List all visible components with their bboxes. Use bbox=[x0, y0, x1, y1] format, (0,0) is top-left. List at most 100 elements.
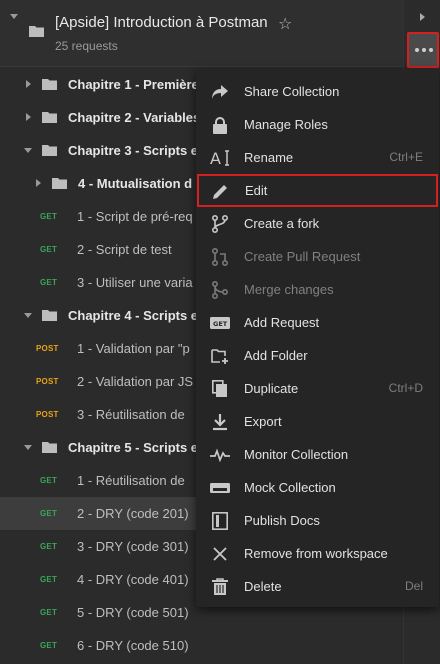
method-badge: GET bbox=[40, 509, 58, 518]
expand-arrow-icon[interactable] bbox=[420, 13, 425, 21]
rename-icon: A bbox=[210, 148, 230, 168]
folder-label: Chapitre 5 - Scripts e bbox=[68, 440, 199, 455]
method-badge: POST bbox=[36, 377, 59, 386]
request-label: 1 - Réutilisation de bbox=[77, 473, 185, 488]
menu-item-create-pull-request: Create Pull Request bbox=[196, 240, 439, 273]
request-label: 2 - DRY (code 201) bbox=[77, 506, 189, 521]
collapse-caret-icon[interactable] bbox=[10, 14, 18, 19]
menu-item-export[interactable]: Export bbox=[196, 405, 439, 438]
menu-item-label: Monitor Collection bbox=[244, 447, 349, 462]
request-row[interactable]: GET 6 - DRY (code 510) bbox=[0, 629, 403, 662]
monitor-icon bbox=[210, 445, 230, 465]
caret-down-icon[interactable] bbox=[24, 313, 32, 318]
request-label: 1 - Validation par "p bbox=[77, 341, 190, 356]
menu-item-monitor-collection[interactable]: Monitor Collection bbox=[196, 438, 439, 471]
menu-item-delete[interactable]: Delete Del bbox=[196, 570, 439, 603]
menu-item-label: Create a fork bbox=[244, 216, 320, 231]
request-label: 1 - Script de pré-req bbox=[77, 209, 193, 224]
method-badge: GET bbox=[40, 608, 58, 617]
method-badge: POST bbox=[36, 344, 59, 353]
menu-item-duplicate[interactable]: Duplicate Ctrl+D bbox=[196, 372, 439, 405]
folder-label: Chapitre 4 - Scripts e bbox=[68, 308, 199, 323]
menu-item-merge-changes: Merge changes bbox=[196, 273, 439, 306]
menu-item-label: Share Collection bbox=[244, 84, 340, 99]
folder-icon bbox=[42, 78, 57, 90]
star-icon[interactable]: ☆ bbox=[278, 14, 292, 34]
collection-folder-icon bbox=[29, 25, 44, 37]
menu-item-share-collection[interactable]: Share Collection bbox=[196, 75, 439, 108]
close-icon bbox=[210, 544, 230, 564]
menu-item-rename[interactable]: A Rename Ctrl+E bbox=[196, 141, 439, 174]
menu-item-label: Duplicate bbox=[244, 381, 299, 396]
method-badge: GET bbox=[40, 575, 58, 584]
menu-item-label: Publish Docs bbox=[244, 513, 320, 528]
docs-icon bbox=[210, 511, 230, 531]
method-badge: GET bbox=[40, 476, 58, 485]
caret-right-icon[interactable] bbox=[36, 179, 41, 187]
caret-down-icon[interactable] bbox=[24, 445, 32, 450]
menu-item-create-a-fork[interactable]: Create a fork bbox=[196, 207, 439, 240]
ellipsis-icon bbox=[415, 48, 433, 52]
menu-item-label: Add Request bbox=[244, 315, 320, 330]
method-badge: GET bbox=[40, 641, 58, 650]
request-label: 2 - Script de test bbox=[77, 242, 172, 257]
menu-item-label: Edit bbox=[245, 183, 268, 198]
menu-item-add-request[interactable]: GET Add Request bbox=[196, 306, 439, 339]
lock-icon bbox=[210, 115, 230, 135]
menu-item-label: Merge changes bbox=[244, 282, 334, 297]
request-count: 25 requests bbox=[55, 39, 118, 53]
menu-item-remove-from-workspace[interactable]: Remove from workspace bbox=[196, 537, 439, 570]
method-badge: GET bbox=[40, 212, 58, 221]
export-icon bbox=[210, 412, 230, 432]
menu-item-manage-roles[interactable]: Manage Roles bbox=[196, 108, 439, 141]
folder-label: Chapitre 2 - Variables bbox=[68, 110, 201, 125]
menu-item-label: Create Pull Request bbox=[244, 249, 361, 264]
menu-item-edit[interactable]: Edit bbox=[197, 174, 438, 207]
request-label: 3 - Utiliser une varia bbox=[77, 275, 193, 290]
folder-icon bbox=[42, 144, 57, 156]
duplicate-icon bbox=[210, 379, 230, 399]
method-badge: GET bbox=[40, 278, 58, 287]
request-label: 3 - Réutilisation de bbox=[77, 407, 185, 422]
trash-icon bbox=[210, 577, 230, 597]
server-icon bbox=[210, 478, 230, 498]
request-label: 3 - DRY (code 301) bbox=[77, 539, 189, 554]
share-icon bbox=[210, 82, 230, 102]
folder-icon bbox=[52, 177, 67, 189]
get-badge-icon: GET bbox=[210, 313, 230, 333]
menu-item-label: Remove from workspace bbox=[244, 546, 388, 561]
pencil-icon bbox=[211, 181, 231, 201]
folder-icon bbox=[42, 309, 57, 321]
caret-right-icon[interactable] bbox=[26, 113, 31, 121]
caret-right-icon[interactable] bbox=[26, 80, 31, 88]
request-label: 5 - DRY (code 501) bbox=[77, 605, 189, 620]
menu-item-shortcut: Ctrl+D bbox=[388, 381, 423, 395]
request-label: 6 - DRY (code 510) bbox=[77, 638, 189, 653]
menu-item-label: Export bbox=[244, 414, 282, 429]
caret-down-icon[interactable] bbox=[24, 148, 32, 153]
method-badge: GET bbox=[40, 542, 58, 551]
pull-request-icon bbox=[210, 247, 230, 267]
folder-icon bbox=[42, 111, 57, 123]
menu-item-label: Delete bbox=[244, 579, 282, 594]
folder-icon bbox=[42, 441, 57, 453]
fork-icon bbox=[210, 214, 230, 234]
collection-header[interactable]: [Apside] Introduction à Postman ☆ 25 req… bbox=[0, 0, 403, 67]
menu-item-label: Add Folder bbox=[244, 348, 308, 363]
menu-item-mock-collection[interactable]: Mock Collection bbox=[196, 471, 439, 504]
menu-item-shortcut: Del bbox=[404, 579, 423, 593]
menu-item-label: Manage Roles bbox=[244, 117, 328, 132]
more-options-button[interactable] bbox=[407, 32, 439, 68]
folder-label: 4 - Mutualisation d bbox=[78, 176, 193, 191]
add-folder-icon bbox=[210, 346, 230, 366]
collection-title: [Apside] Introduction à Postman bbox=[55, 14, 268, 31]
collection-context-menu: Share Collection Manage Roles A Rename Ctrl+… bbox=[196, 69, 439, 607]
menu-item-shortcut: Ctrl+E bbox=[389, 150, 423, 164]
request-label: 4 - DRY (code 401) bbox=[77, 572, 189, 587]
svg-text:GET: GET bbox=[213, 320, 228, 328]
menu-item-label: Rename bbox=[244, 150, 294, 165]
menu-item-add-folder[interactable]: Add Folder bbox=[196, 339, 439, 372]
svg-text:A: A bbox=[210, 149, 221, 167]
menu-item-publish-docs[interactable]: Publish Docs bbox=[196, 504, 439, 537]
folder-label: Chapitre 1 - Première bbox=[68, 77, 199, 92]
